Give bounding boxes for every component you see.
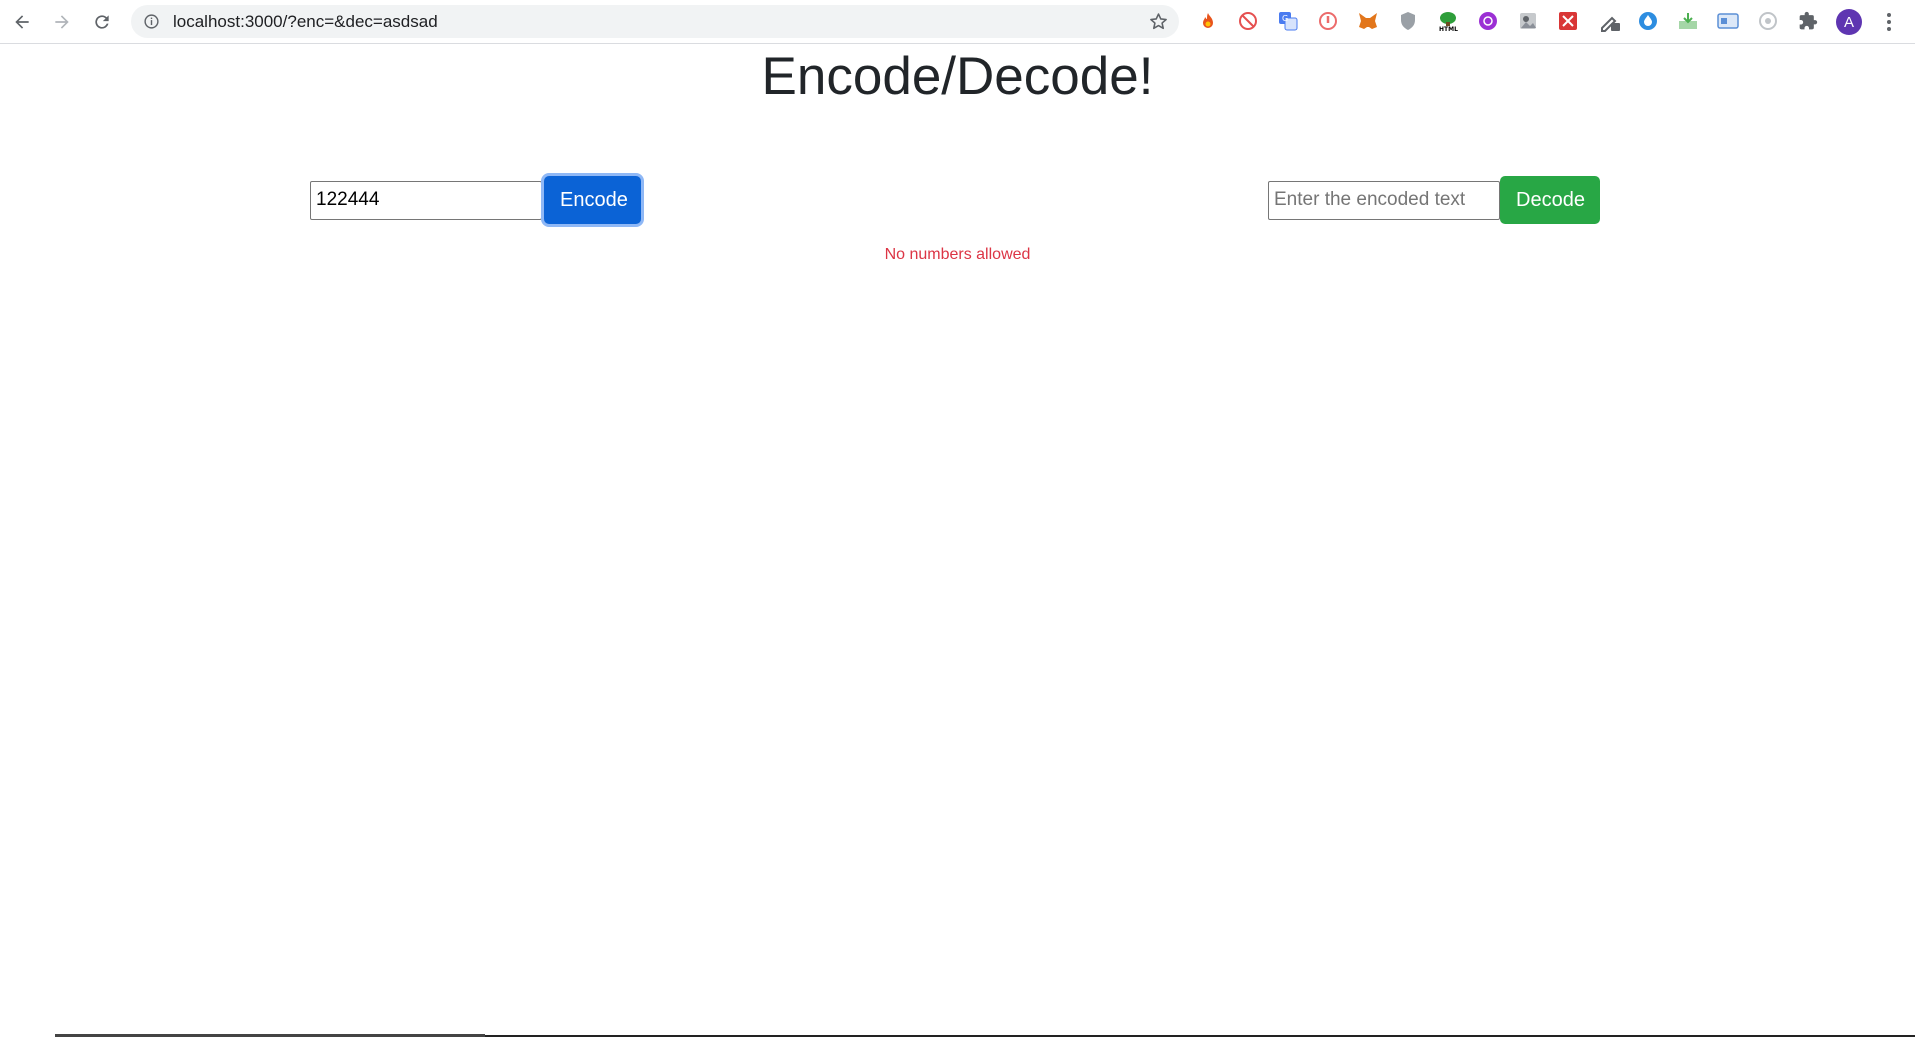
translate-extension-icon[interactable]: G: [1277, 10, 1299, 32]
photo-extension-icon[interactable]: [1517, 10, 1539, 32]
bookmark-star-icon[interactable]: [1148, 11, 1169, 32]
circle-extension-icon[interactable]: [1757, 10, 1779, 32]
forward-button[interactable]: [48, 8, 76, 36]
puzzle-extensions-icon[interactable]: [1797, 10, 1819, 32]
fire-extension-icon[interactable]: [1197, 10, 1219, 32]
svg-text:HTML: HTML: [1439, 26, 1458, 32]
url-text[interactable]: localhost:3000/?enc=&dec=asdsad: [173, 12, 438, 32]
encode-button[interactable]: Encode: [544, 176, 641, 224]
browser-menu-icon[interactable]: [1880, 10, 1898, 34]
red-circle-extension-icon[interactable]: [1317, 10, 1339, 32]
reload-button[interactable]: [88, 8, 116, 36]
address-bar[interactable]: localhost:3000/?enc=&dec=asdsad: [131, 5, 1179, 38]
arrow-right-icon: [55, 15, 69, 29]
encode-input[interactable]: [310, 180, 542, 220]
blocker-extension-icon[interactable]: [1237, 10, 1259, 32]
encode-group: Encode: [310, 176, 641, 224]
decode-group: Decode: [1268, 176, 1600, 224]
decode-input[interactable]: [1268, 180, 1500, 220]
info-icon[interactable]: [143, 13, 160, 30]
decode-button[interactable]: Decode: [1500, 176, 1600, 224]
download-extension-icon[interactable]: [1677, 10, 1699, 32]
purple-extension-icon[interactable]: [1477, 10, 1499, 32]
eyedropper-extension-icon[interactable]: [1597, 10, 1623, 32]
svg-text:G: G: [1282, 14, 1288, 23]
avatar-letter: A: [1843, 13, 1854, 31]
back-button[interactable]: [8, 8, 36, 36]
window-extension-icon[interactable]: [1717, 10, 1739, 32]
browser-toolbar: localhost:3000/?enc=&dec=asdsad G HTML A: [0, 0, 1915, 44]
droplet-extension-icon[interactable]: [1637, 10, 1659, 32]
reload-icon: [95, 15, 109, 29]
error-message: No numbers allowed: [884, 246, 1031, 263]
red-box-extension-icon[interactable]: [1557, 10, 1579, 32]
html-extension-icon[interactable]: HTML: [1437, 10, 1459, 32]
shield-extension-icon[interactable]: [1397, 10, 1419, 32]
page-title: Encode/Decode!: [761, 47, 1154, 106]
arrow-left-icon: [15, 15, 29, 29]
metamask-extension-icon[interactable]: [1357, 10, 1379, 32]
profile-avatar[interactable]: A: [1836, 9, 1862, 35]
